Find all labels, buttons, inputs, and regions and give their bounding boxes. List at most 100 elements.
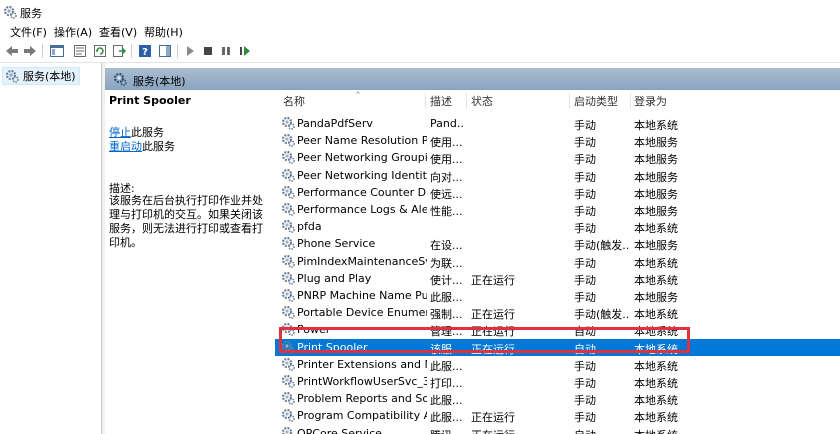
service-row[interactable]: PimIndexMaintenanceSvc_...为联... 手动 本地系统: [275, 253, 840, 270]
service-row[interactable]: Program Compatibility Assi...此服... 正在运行 手动…: [275, 407, 840, 424]
service-name: Print Spooler: [297, 340, 368, 354]
services-list: ^ 名称 描述 状态 启动类型 登录为 PandaPdfServ Pand... 手…: [275, 90, 840, 434]
service-row[interactable]: Performance Logs & Alerts性能... 手动 本地服务: [275, 201, 840, 218]
description-text: 该服务在后台执行打印作业并处理与打印机的交互。如果关闭该服务，则无法进行打印或查…: [109, 194, 263, 249]
service-startup-type: 手动: [574, 170, 596, 184]
service-gear-icon: [281, 357, 295, 371]
restart-service-link[interactable]: 重启动: [109, 140, 142, 153]
service-gear-icon: [281, 288, 295, 302]
service-logon-as: 本地服务: [634, 239, 678, 253]
services-gear-icon: [113, 72, 127, 86]
service-row[interactable]: Performance Counter DLL ...使远... 手动 本地服务: [275, 184, 840, 201]
menu-view[interactable]: 查看(V): [97, 24, 139, 40]
service-row[interactable]: Print Spooler 该服... 正在运行 自动 本地系统: [275, 338, 840, 356]
service-logon-as: 本地系统: [634, 427, 684, 434]
service-gear-icon: [281, 391, 295, 405]
column-header-startup-type[interactable]: 启动类型: [570, 93, 631, 109]
service-name: Problem Reports and Solut...: [297, 392, 427, 406]
tree-item-label: 服务(本地): [23, 70, 76, 83]
stop-service-icon[interactable]: [200, 43, 216, 59]
service-row[interactable]: Problem Reports and Solut...此服... 手动 本地系统: [275, 390, 840, 407]
help-icon[interactable]: ?: [137, 43, 153, 59]
tree-item-services-local[interactable]: 服务(本地): [2, 67, 80, 85]
service-description: 此服...: [430, 291, 463, 304]
service-name: Performance Counter DLL ...: [297, 185, 427, 199]
service-name: PandaPdfServ: [297, 117, 373, 130]
service-gear-icon: [281, 236, 295, 251]
service-name: PimIndexMaintenanceSvc_...: [297, 254, 427, 268]
service-name: Peer Name Resolution Pro...: [297, 134, 427, 148]
services-gear-icon: [5, 69, 19, 83]
svg-text:?: ?: [142, 47, 148, 58]
pause-service-icon[interactable]: [218, 43, 234, 59]
export-list-icon[interactable]: [111, 43, 127, 59]
service-logon-as: 本地服务: [634, 136, 678, 150]
service-name: PNRP Machine Name Publ...: [297, 289, 427, 302]
service-startup-type: 手动: [574, 222, 596, 236]
service-description-panel: Print Spooler 停止此服务 重启动此服务 描述: 该服务在后台执行打…: [105, 90, 275, 434]
properties-icon[interactable]: [72, 43, 88, 59]
service-row[interactable]: Plug and Play 使计... 正在运行 手动 本地系统: [275, 270, 840, 287]
restart-service-icon[interactable]: [237, 43, 253, 59]
column-header-name-label: 名称: [283, 95, 305, 108]
service-row[interactable]: Peer Networking Identity ...向对... 手动 本地服务: [275, 167, 840, 184]
service-description: 为联...: [430, 256, 463, 270]
service-gear-icon: [281, 202, 295, 216]
start-service-icon[interactable]: [182, 43, 198, 59]
service-description: 腾讯...: [430, 427, 464, 434]
service-logon-as: 本地服务: [634, 291, 678, 304]
service-logon-as: 本地服务: [634, 187, 678, 201]
column-header-status[interactable]: 状态: [467, 93, 570, 109]
column-header-description[interactable]: 描述: [426, 93, 467, 109]
service-startup-type: 手动(触发...: [574, 308, 630, 322]
menu-help[interactable]: 帮助(H): [142, 24, 185, 40]
service-gear-icon: [281, 305, 295, 319]
service-logon-as: 本地系统: [634, 256, 678, 270]
service-row[interactable]: Portable Device Enumerat...强制... 正在运行 手动(触…: [275, 304, 840, 321]
service-row[interactable]: PNRP Machine Name Publ...此服... 手动 本地服务: [275, 287, 840, 304]
service-row[interactable]: Peer Networking Grouping使用... 手动 本地服务: [275, 149, 840, 166]
service-startup-type: 手动: [574, 153, 596, 167]
service-logon-as: 本地系统: [634, 394, 678, 408]
service-row[interactable]: Phone Service 在设... 手动(触发... 本地服务: [275, 235, 840, 252]
service-startup-type: 自动: [574, 342, 596, 356]
pane-header: 服务(本地): [105, 68, 840, 90]
service-name: PrintWorkflowUserSvc_393...: [297, 375, 427, 388]
show-hide-action-icon[interactable]: [157, 43, 173, 59]
service-row[interactable]: Peer Name Resolution Pro...使用... 手动 本地服务: [275, 132, 840, 149]
menu-action[interactable]: 操作(A): [52, 24, 94, 40]
column-headers: ^ 名称 描述 状态 启动类型 登录为: [275, 90, 840, 110]
service-startup-type: 自动: [574, 427, 630, 434]
service-description: 使用...: [430, 153, 463, 167]
refresh-icon[interactable]: [92, 43, 108, 59]
toolbar-separator: [177, 44, 178, 58]
service-row[interactable]: Printer Extensions and Noti...此服... 手动 本地系…: [275, 356, 840, 373]
service-logon-as: 本地系统: [634, 325, 678, 339]
service-name: Power: [297, 323, 331, 337]
service-logon-as: 本地服务: [634, 153, 678, 167]
toolbar-separator: [131, 44, 132, 58]
forward-arrow-icon[interactable]: [22, 43, 38, 59]
pane-header-title: 服务(本地): [133, 75, 186, 88]
service-name: Plug and Play: [297, 271, 372, 285]
service-status: 正在运行: [471, 308, 515, 322]
column-header-name[interactable]: ^ 名称: [279, 91, 426, 109]
service-description: 使远...: [430, 187, 463, 201]
sort-caret-icon: ^: [355, 91, 361, 99]
service-startup-type: 手动(触发...: [574, 239, 630, 253]
service-name: Phone Service: [297, 237, 376, 251]
menu-file[interactable]: 文件(F): [8, 24, 49, 40]
show-console-tree-icon[interactable]: [49, 43, 65, 59]
service-name: QPCore Service: [297, 426, 382, 434]
service-description: 打印...: [430, 377, 463, 390]
column-header-logon-as[interactable]: 登录为: [630, 93, 680, 109]
service-row[interactable]: PandaPdfServ Pand... 手动 本地系统: [275, 115, 840, 132]
restart-service-suffix: 此服务: [142, 140, 175, 153]
service-row[interactable]: PrintWorkflowUserSvc_393...打印... 手动 本地系统: [275, 373, 840, 390]
service-row[interactable]: Power 管理... 正在运行 自动 本地系统: [275, 321, 840, 338]
service-row[interactable]: pfda 手动 本地系统: [275, 218, 840, 235]
service-row[interactable]: QPCore Service 腾讯... 正在运行 自动本地系统: [275, 425, 840, 434]
back-arrow-icon[interactable]: [4, 43, 20, 59]
column-header-logon-as-label: 登录为: [634, 95, 667, 108]
service-description: 此服...: [430, 359, 463, 373]
